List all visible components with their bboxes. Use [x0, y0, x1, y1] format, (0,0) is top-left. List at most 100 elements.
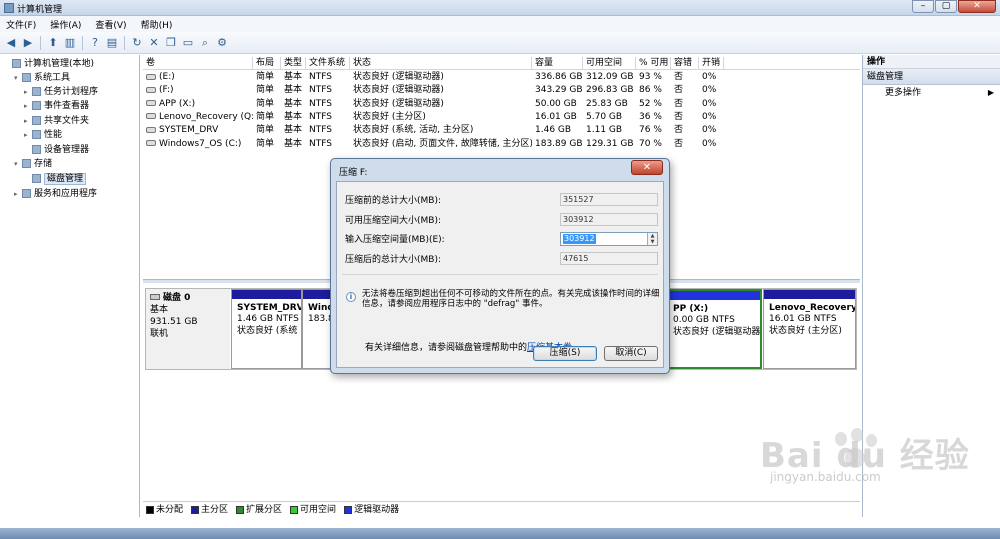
column-header[interactable]: 卷: [143, 57, 253, 70]
legend-swatch: [236, 505, 245, 514]
taskbar[interactable]: [0, 528, 1000, 539]
volume-cell: 343.29 GB: [535, 85, 583, 96]
volume-row[interactable]: APP (X:) 简单 基本 NTFS 状态良好 (逻辑驱动器) 50.00 GB 25.8…: [143, 98, 860, 111]
dialog-title: 压缩 F:: [339, 168, 368, 178]
partition-system-drv[interactable]: SYSTEM_DRV 1.46 GB NTFS 状态良好 (系统: [231, 289, 302, 369]
tree-item[interactable]: ▸ 共享文件夹: [24, 115, 89, 128]
shrink-amount-input[interactable]: 303912 ▲ ▼: [560, 232, 658, 246]
actions-section-disk-management[interactable]: 磁盘管理: [863, 69, 1000, 85]
back-arrow-icon[interactable]: ◀: [4, 36, 18, 50]
legend-item: 主分区: [191, 502, 228, 515]
volume-cell: 70 %: [639, 138, 662, 149]
total-after-label: 压缩后的总计大小(MB):: [345, 255, 441, 265]
column-header[interactable]: 布局: [253, 57, 281, 70]
volume-cell: 状态良好 (系统, 活动, 主分区): [353, 125, 474, 136]
search-icon[interactable]: ⌕: [198, 36, 212, 50]
volume-row[interactable]: SYSTEM_DRV 简单 基本 NTFS 状态良好 (系统, 活动, 主分区) 1.46…: [143, 124, 860, 137]
partition-name: SYSTEM_DRV: [237, 303, 302, 313]
help-icon[interactable]: ?: [88, 36, 102, 50]
chevron-right-icon[interactable]: ▸: [24, 129, 32, 142]
minimize-button[interactable]: –: [912, 0, 934, 13]
tree-item[interactable]: ▸ 事件查看器: [24, 100, 89, 113]
show-hide-tree-icon[interactable]: ▥: [63, 36, 77, 50]
partition-status: 状态良好 (系统: [237, 326, 298, 336]
open-folder-icon[interactable]: ▭: [181, 36, 195, 50]
tree-item[interactable]: ▸ 性能: [24, 129, 62, 142]
chevron-down-icon[interactable]: ▾: [14, 158, 22, 171]
menu-help[interactable]: 帮助(H): [141, 18, 173, 31]
cancel-button[interactable]: 取消(C): [604, 346, 658, 361]
volume-row[interactable]: (F:) 简单 基本 NTFS 状态良好 (逻辑驱动器) 343.29 GB 296.83 …: [143, 84, 860, 97]
volume-icon: [146, 100, 156, 107]
volume-icon: [146, 140, 156, 146]
shrink-amount-value[interactable]: 303912: [563, 234, 596, 244]
dialog-close-button[interactable]: ✕: [631, 160, 663, 175]
tree-item[interactable]: 设备管理器: [24, 144, 89, 157]
tree-item[interactable]: ▾ 系统工具: [14, 72, 70, 85]
chevron-right-icon[interactable]: ▸: [24, 86, 32, 99]
volume-cell: 0%: [702, 138, 717, 149]
column-header[interactable]: 类型: [281, 57, 306, 70]
delete-icon[interactable]: ✕: [147, 36, 161, 50]
close-button[interactable]: ✕: [958, 0, 996, 13]
column-header[interactable]: % 可用: [636, 57, 671, 70]
computer-management-icon: [4, 3, 14, 13]
title-bar: 计算机管理 – ▢ ✕: [0, 0, 1000, 16]
column-header[interactable]: 开销: [699, 57, 724, 70]
menu-action[interactable]: 操作(A): [50, 18, 81, 31]
legend-label: 扩展分区: [246, 505, 283, 515]
spin-up-down-icon[interactable]: ▲ ▼: [647, 233, 657, 245]
tree-item-label: 性能: [44, 130, 63, 140]
menu-view[interactable]: 查看(V): [95, 18, 126, 31]
volume-name: APP (X:): [159, 98, 196, 109]
chevron-right-icon[interactable]: ▸: [14, 188, 22, 201]
tree-item[interactable]: ▾ 存储: [14, 158, 52, 171]
column-header[interactable]: 容错: [671, 57, 699, 70]
volume-icon: [146, 126, 156, 133]
volume-cell: 基本: [284, 85, 303, 96]
volume-icon: [146, 113, 156, 120]
disk-size: 931.51 GB: [150, 317, 198, 327]
volume-cell: 16.01 GB: [535, 111, 577, 122]
tree-item[interactable]: 磁盘管理: [24, 173, 87, 186]
chevron-right-icon[interactable]: ▸: [24, 100, 32, 113]
tree-item[interactable]: 计算机管理(本地): [4, 58, 94, 71]
chevron-down-icon[interactable]: ▾: [14, 72, 22, 85]
volume-cell: 0%: [702, 85, 717, 96]
column-header[interactable]: 可用空间: [583, 57, 636, 70]
volume-cell: 0%: [702, 98, 717, 109]
volume-cell: NTFS: [309, 138, 332, 149]
column-header[interactable]: 容量: [532, 57, 583, 70]
maximize-button[interactable]: ▢: [935, 0, 957, 13]
chevron-right-icon[interactable]: ▸: [24, 115, 32, 128]
settings-icon[interactable]: ⚙: [215, 36, 229, 50]
volume-table-header: 卷布局 类型 文件系统 状态 容量 可用空间% 可用 容错 开销: [143, 57, 860, 70]
volume-row[interactable]: Lenovo_Recovery (Q:) 简单 基本 NTFS 状态良好 (主分区) 16…: [143, 111, 860, 124]
menu-file[interactable]: 文件(F): [6, 18, 36, 31]
copy-icon[interactable]: ❐: [164, 36, 178, 50]
tree-item[interactable]: ▸ 服务和应用程序: [14, 188, 97, 201]
column-header[interactable]: 状态: [350, 57, 532, 70]
volume-row[interactable]: Windows7_OS (C:) 简单 基本 NTFS 状态良好 (启动, 页面文件, …: [143, 138, 860, 151]
volume-name: SYSTEM_DRV: [159, 125, 219, 136]
tree-item[interactable]: ▸ 任务计划程序: [24, 86, 98, 99]
partition-status: 状态良好 (逻辑驱动器): [673, 327, 762, 337]
watermark-url: jingyan.baidu.com: [770, 470, 881, 484]
shrink-button[interactable]: 压缩(S): [533, 346, 597, 361]
more-actions-item[interactable]: 更多操作 ▶: [863, 85, 1000, 101]
column-header[interactable]: 文件系统: [306, 57, 350, 70]
partition-app-x[interactable]: PP (X:) 0.00 GB NTFS 状态良好 (逻辑驱动器): [666, 289, 762, 369]
properties-icon[interactable]: ▤: [105, 36, 119, 50]
volume-row[interactable]: (E:) 简单 基本 NTFS 状态良好 (逻辑驱动器) 336.86 GB 312.09 …: [143, 71, 860, 84]
volume-cell: 5.70 GB: [586, 111, 623, 122]
legend-swatch: [191, 505, 200, 514]
partition-lenovo-recovery[interactable]: Lenovo_Recovery 16.01 GB NTFS 状态良好 (主分区): [763, 289, 856, 369]
info-icon: i: [346, 292, 356, 302]
forward-arrow-icon[interactable]: ▶: [21, 36, 35, 50]
up-folder-icon[interactable]: ⬆: [46, 36, 60, 50]
tree-node-icon: [32, 130, 41, 139]
volume-cell: Lenovo_Recovery (Q:): [143, 111, 253, 124]
toolbar: ◀ ▶ ⬆ ▥ ? ▤ ↻ ✕ ❐ ▭ ⌕ ⚙: [0, 32, 1000, 54]
refresh-icon[interactable]: ↻: [130, 36, 144, 50]
volume-cell: SYSTEM_DRV: [143, 124, 253, 137]
